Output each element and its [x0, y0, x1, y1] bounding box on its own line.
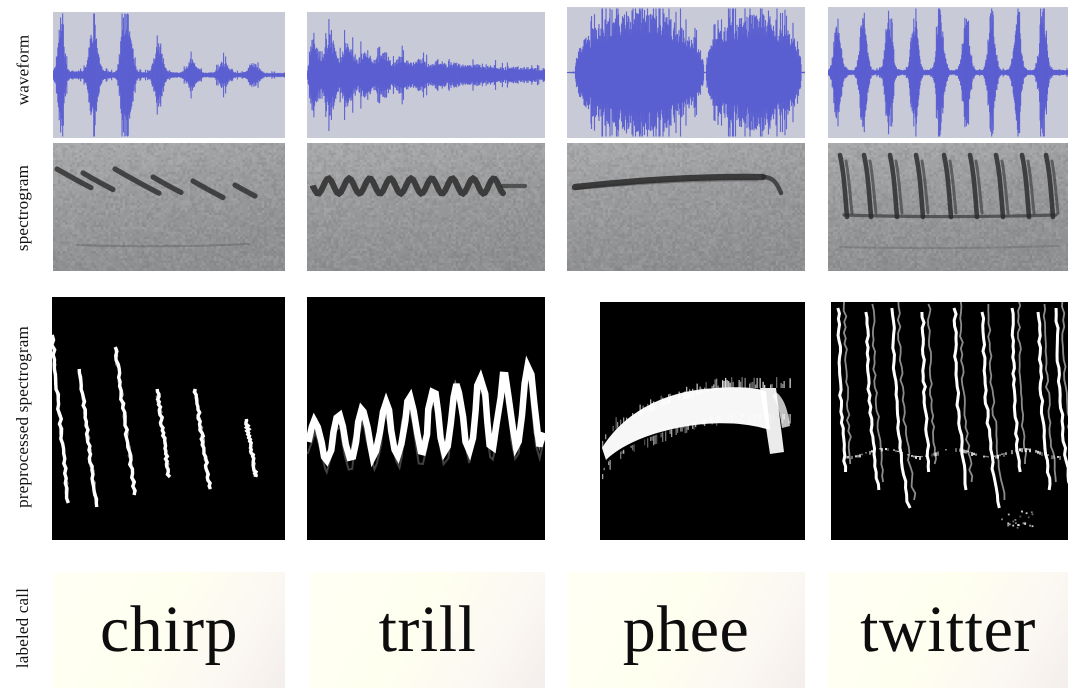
waveform-panel-twitter	[828, 7, 1068, 138]
call-label-trill: trill	[378, 593, 477, 666]
preprocessed-panel-trill	[307, 297, 545, 540]
row-label-spectrogram: spectrogram	[0, 142, 46, 274]
preprocessed-panel-phee	[600, 302, 805, 540]
waveform-panel-phee	[567, 7, 805, 138]
call-label-twitter: twitter	[860, 593, 1036, 666]
spectrogram-panel-chirp	[53, 143, 285, 271]
row-label-waveform-text: waveform	[13, 34, 33, 106]
spectrogram-plot-trill	[307, 143, 545, 271]
call-label-chirp: chirp	[99, 593, 239, 666]
preprocessed-plot-twitter	[831, 302, 1068, 540]
preprocessed-plot-chirp	[52, 297, 285, 540]
row-label-labeled-call-text: labeled call	[13, 587, 32, 669]
figure-root: waveform spectrogram preprocessed spectr…	[0, 0, 1080, 692]
spectrogram-plot-phee	[567, 143, 805, 271]
row-label-waveform: waveform	[0, 0, 46, 140]
label-panel-chirp: chirp	[53, 572, 285, 688]
waveform-plot-twitter	[828, 8, 1068, 137]
waveform-plot-trill	[307, 18, 545, 132]
spectrogram-plot-chirp	[53, 143, 285, 271]
row-label-spectrogram-text: spectrogram	[13, 164, 33, 252]
label-panel-twitter: twitter	[828, 572, 1068, 688]
spectrogram-panel-trill	[307, 143, 545, 271]
waveform-plot-phee	[567, 8, 805, 137]
spectrogram-panel-twitter	[828, 143, 1068, 271]
preprocessed-panel-twitter	[831, 302, 1068, 540]
waveform-panel-trill	[307, 12, 545, 138]
spectrogram-panel-phee	[567, 143, 805, 271]
label-panel-phee: phee	[567, 572, 805, 688]
preprocessed-plot-trill	[307, 297, 545, 540]
preprocessed-plot-phee	[600, 302, 805, 540]
row-label-labeled-call: labeled call	[0, 566, 46, 690]
waveform-panel-chirp	[53, 12, 285, 138]
call-label-phee: phee	[622, 593, 750, 666]
waveform-plot-chirp	[53, 13, 285, 137]
label-panel-trill: trill	[310, 572, 545, 688]
preprocessed-panel-chirp	[52, 297, 285, 540]
spectrogram-plot-twitter	[828, 143, 1068, 271]
row-label-preprocessed-spectrogram-text: preprocessed spectrogram	[13, 326, 32, 508]
row-label-preprocessed-spectrogram: preprocessed spectrogram	[0, 292, 46, 542]
